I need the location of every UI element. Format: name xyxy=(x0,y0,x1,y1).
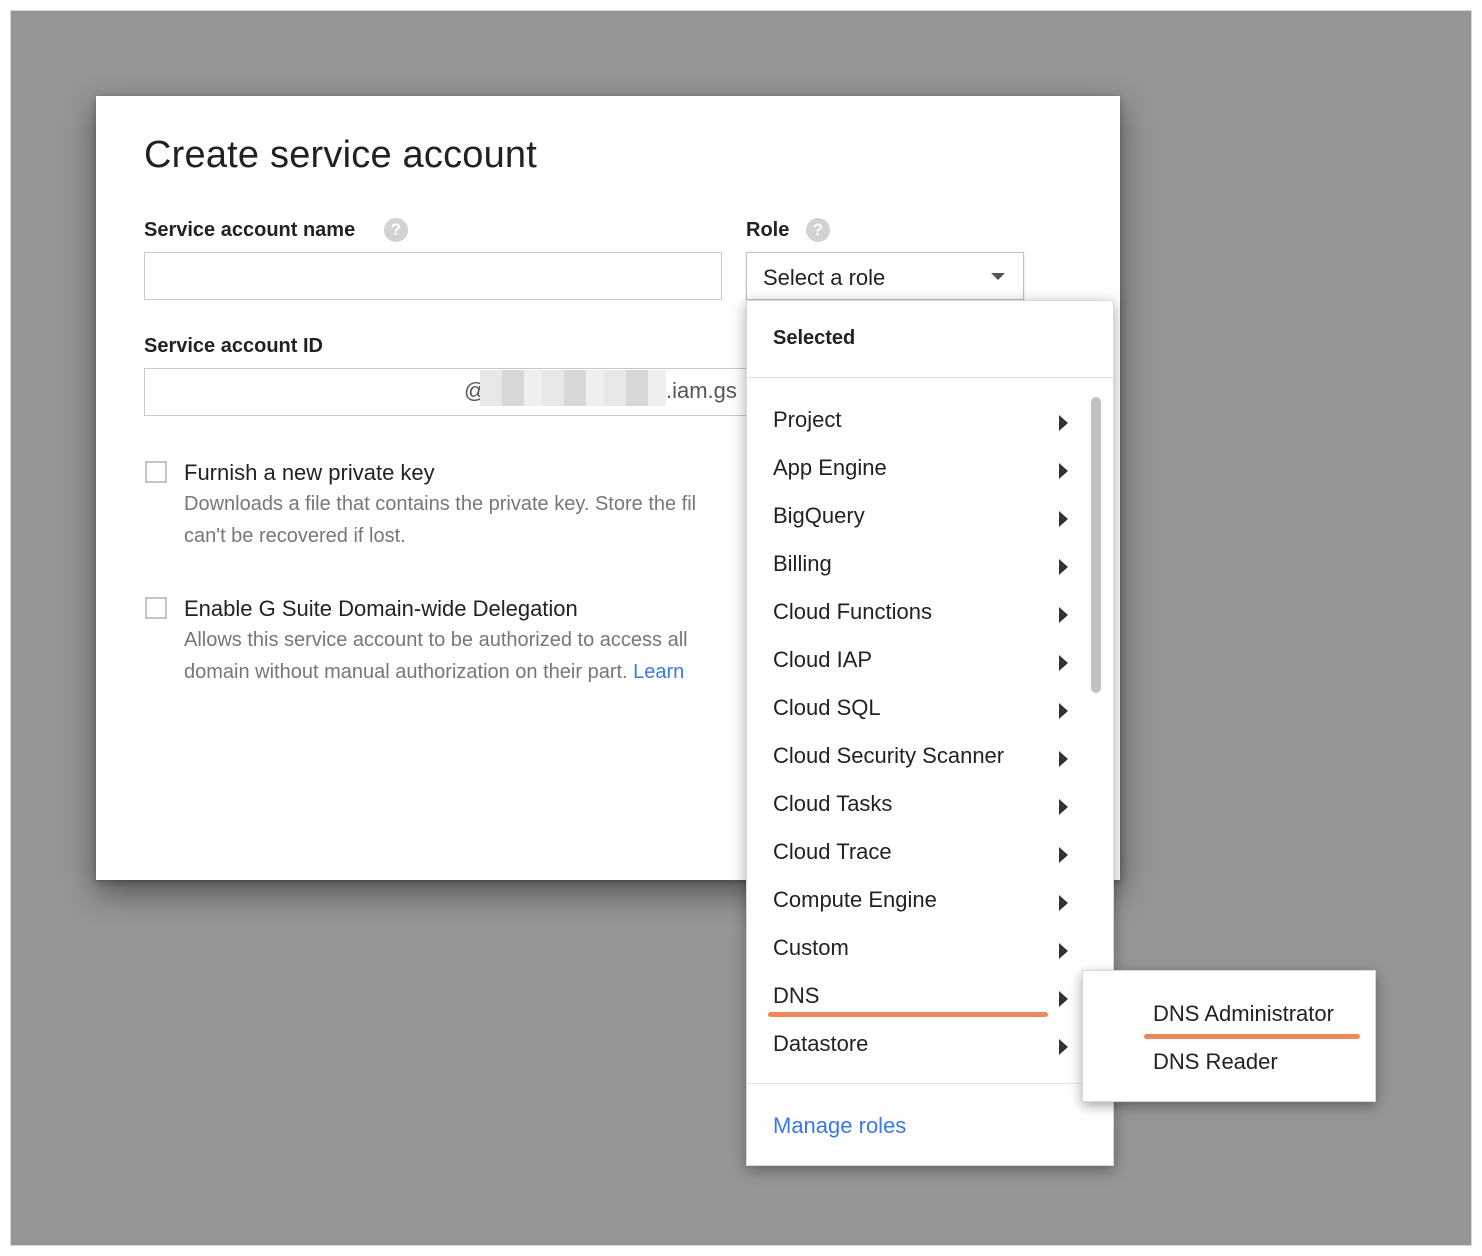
menu-item-compute-engine[interactable]: Compute Engine xyxy=(747,879,1082,927)
chevron-right-icon xyxy=(1059,751,1068,767)
submenu-item-label: DNS Reader xyxy=(1153,1049,1278,1074)
role-select-value: Select a role xyxy=(763,265,886,290)
dns-administrator-highlight-underline xyxy=(1144,1034,1360,1039)
service-account-name-input[interactable] xyxy=(144,252,722,300)
private-key-label: Furnish a new private key xyxy=(184,460,435,485)
menu-item-bigquery[interactable]: BigQuery xyxy=(747,495,1082,543)
help-icon[interactable]: ? xyxy=(806,218,830,242)
private-key-description: can't be recovered if lost. xyxy=(184,525,406,547)
menu-item-cloud-functions[interactable]: Cloud Functions xyxy=(747,591,1082,639)
chevron-right-icon xyxy=(1059,895,1068,911)
redacted-project-id xyxy=(480,370,666,406)
menu-item-label: App Engine xyxy=(773,455,887,480)
scrollbar-thumb[interactable] xyxy=(1091,397,1101,693)
menu-item-label: Cloud SQL xyxy=(773,695,881,720)
menu-divider xyxy=(747,1083,1113,1084)
manage-roles-link[interactable]: Manage roles xyxy=(773,1113,906,1139)
chevron-right-icon xyxy=(1059,943,1068,959)
service-account-id-label: Service account ID xyxy=(144,335,323,357)
role-select[interactable]: Select a role xyxy=(746,252,1024,300)
dns-highlight-underline xyxy=(768,1012,1048,1017)
help-icon[interactable]: ? xyxy=(384,218,408,242)
menu-item-cloud-trace[interactable]: Cloud Trace xyxy=(747,831,1082,879)
chevron-right-icon xyxy=(1059,991,1068,1007)
delegation-description-text: domain without manual authorization on t… xyxy=(184,661,628,683)
delegation-description: domain without manual authorization on t… xyxy=(184,661,684,684)
menu-item-label: Cloud IAP xyxy=(773,647,873,672)
menu-section-selected: Selected xyxy=(773,327,856,349)
chevron-down-icon xyxy=(991,273,1005,280)
private-key-checkbox[interactable] xyxy=(145,461,167,483)
service-account-name-label: Service account name xyxy=(144,219,356,241)
menu-item-app-engine[interactable]: App Engine xyxy=(747,447,1082,495)
private-key-description: Downloads a file that contains the priva… xyxy=(184,493,697,515)
menu-item-label: Cloud Security Scanner xyxy=(773,743,1005,768)
menu-item-label: Compute Engine xyxy=(773,887,937,912)
learn-more-link[interactable]: Learn xyxy=(633,661,684,683)
menu-item-label: Billing xyxy=(773,551,832,576)
menu-item-label: Datastore xyxy=(773,1031,869,1056)
chevron-right-icon xyxy=(1059,799,1068,815)
submenu-item-dns-reader[interactable]: DNS Reader xyxy=(1083,1041,1375,1089)
submenu-item-label: DNS Administrator xyxy=(1153,1001,1334,1026)
menu-item-label: Cloud Trace xyxy=(773,839,892,864)
menu-item-cloud-security-scanner[interactable]: Cloud Security Scanner xyxy=(747,735,1082,783)
delegation-label: Enable G Suite Domain-wide Delegation xyxy=(184,596,578,621)
menu-item-datastore[interactable]: Datastore xyxy=(747,1023,1082,1071)
service-account-id-domain: .iam.gs xyxy=(666,378,737,403)
chevron-right-icon xyxy=(1059,415,1068,431)
dialog-title: Create service account xyxy=(144,134,538,176)
menu-item-project[interactable]: Project xyxy=(747,399,1082,447)
role-dropdown-menu: Selected Project App Engine BigQuery Bil… xyxy=(746,300,1114,1166)
delegation-checkbox[interactable] xyxy=(145,597,167,619)
menu-item-cloud-iap[interactable]: Cloud IAP xyxy=(747,639,1082,687)
menu-item-custom[interactable]: Custom xyxy=(747,927,1082,975)
chevron-right-icon xyxy=(1059,847,1068,863)
chevron-right-icon xyxy=(1059,703,1068,719)
menu-item-label: Cloud Functions xyxy=(773,599,932,624)
chevron-right-icon xyxy=(1059,607,1068,623)
chevron-right-icon xyxy=(1059,655,1068,671)
menu-item-billing[interactable]: Billing xyxy=(747,543,1082,591)
menu-item-label: Custom xyxy=(773,935,849,960)
menu-item-cloud-sql[interactable]: Cloud SQL xyxy=(747,687,1082,735)
chevron-right-icon xyxy=(1059,559,1068,575)
role-label: Role xyxy=(746,219,790,241)
chevron-right-icon xyxy=(1059,463,1068,479)
menu-divider xyxy=(747,377,1113,378)
chevron-right-icon xyxy=(1059,1039,1068,1055)
chevron-right-icon xyxy=(1059,511,1068,527)
delegation-description: Allows this service account to be author… xyxy=(184,629,688,651)
menu-item-label: BigQuery xyxy=(773,503,865,528)
menu-item-label: Cloud Tasks xyxy=(773,791,893,816)
menu-item-label: Project xyxy=(773,407,842,432)
menu-item-cloud-tasks[interactable]: Cloud Tasks xyxy=(747,783,1082,831)
menu-item-label: DNS xyxy=(773,983,820,1008)
